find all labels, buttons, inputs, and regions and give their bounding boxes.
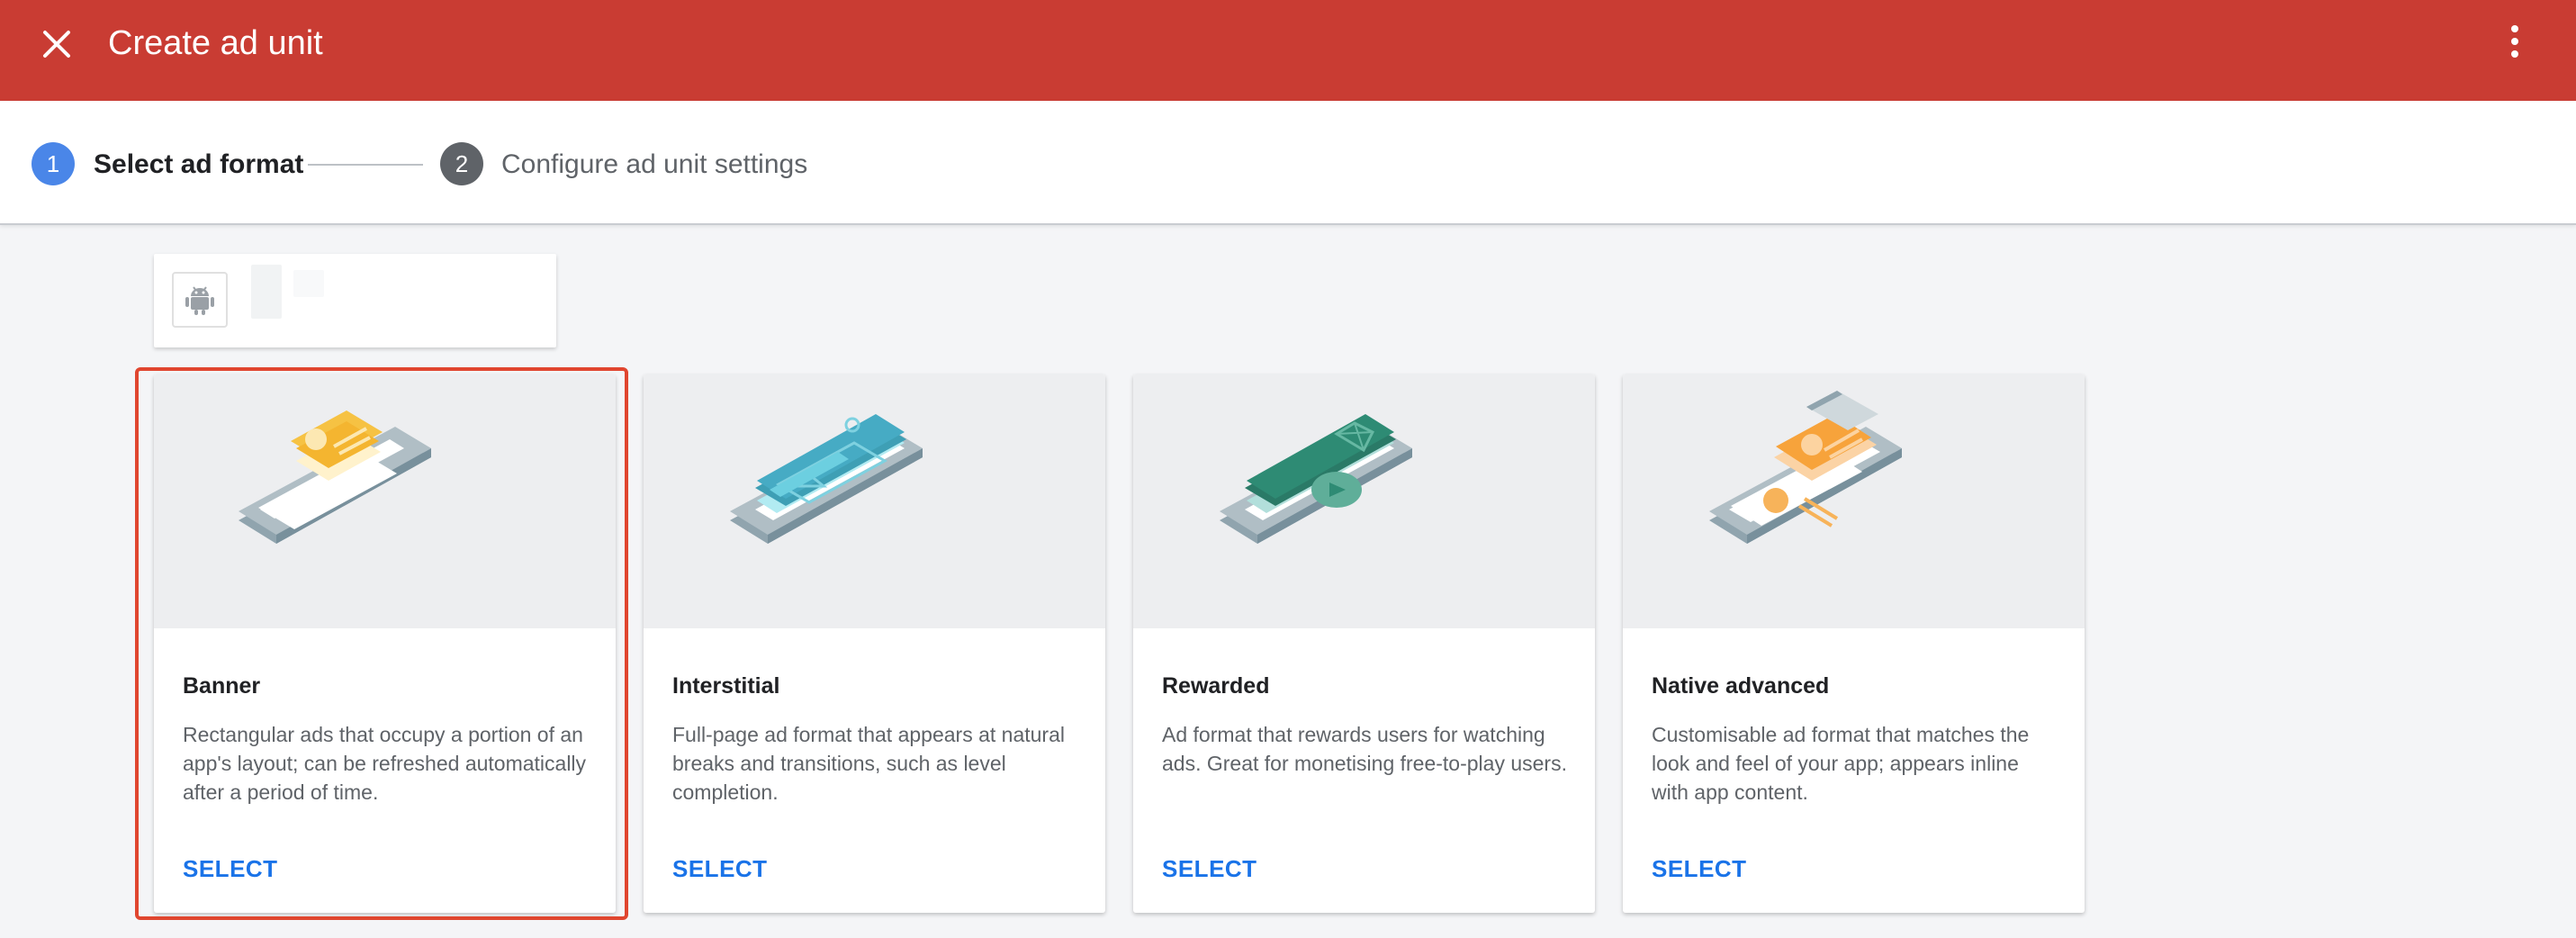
format-description: Ad format that rewards users for watchin… — [1162, 723, 1567, 775]
format-name: Rewarded — [1162, 673, 1270, 699]
format-name: Native advanced — [1652, 673, 1830, 699]
step-1-label[interactable]: Select ad format — [94, 148, 303, 182]
select-banner-button[interactable]: SELECT — [183, 853, 278, 884]
rewarded-illustration — [1133, 374, 1595, 628]
format-description: Rectangular ads that occupy a portion of… — [183, 723, 587, 804]
step-2-number: 2 — [440, 142, 483, 185]
page-title: Create ad unit — [108, 24, 323, 62]
banner-illustration — [154, 374, 616, 628]
step-1-number: 1 — [32, 142, 75, 185]
format-description: Customisable ad format that matches the … — [1652, 723, 2030, 804]
app-id-placeholder — [293, 270, 324, 297]
format-name: Interstitial — [672, 673, 780, 699]
format-card-rewarded[interactable]: Rewarded Ad format that rewards users fo… — [1133, 374, 1595, 913]
format-name: Banner — [183, 673, 261, 699]
app-name-placeholder — [251, 265, 282, 319]
app-selector[interactable] — [154, 254, 556, 347]
format-card-interstitial[interactable]: Interstitial Full-page ad format that ap… — [644, 374, 1105, 913]
format-card-banner[interactable]: Banner Rectangular ads that occupy a por… — [154, 374, 616, 913]
more-vert-icon[interactable] — [2508, 25, 2522, 61]
interstitial-illustration — [644, 374, 1105, 628]
native-advanced-illustration — [1623, 374, 2085, 628]
step-connector — [308, 164, 423, 166]
step-2-label[interactable]: Configure ad unit settings — [501, 148, 807, 182]
select-native-advanced-button[interactable]: SELECT — [1652, 853, 1747, 884]
stepper: 1 Select ad format 2 Configure ad unit s… — [0, 101, 2576, 225]
format-card-native-advanced[interactable]: Native advanced Customisable ad format t… — [1623, 374, 2085, 913]
select-rewarded-button[interactable]: SELECT — [1162, 853, 1257, 884]
close-icon[interactable] — [40, 27, 74, 61]
android-icon — [172, 272, 228, 328]
format-description: Full-page ad format that appears at natu… — [672, 723, 1065, 804]
top-app-bar: Create ad unit — [0, 0, 2576, 101]
select-interstitial-button[interactable]: SELECT — [672, 853, 768, 884]
